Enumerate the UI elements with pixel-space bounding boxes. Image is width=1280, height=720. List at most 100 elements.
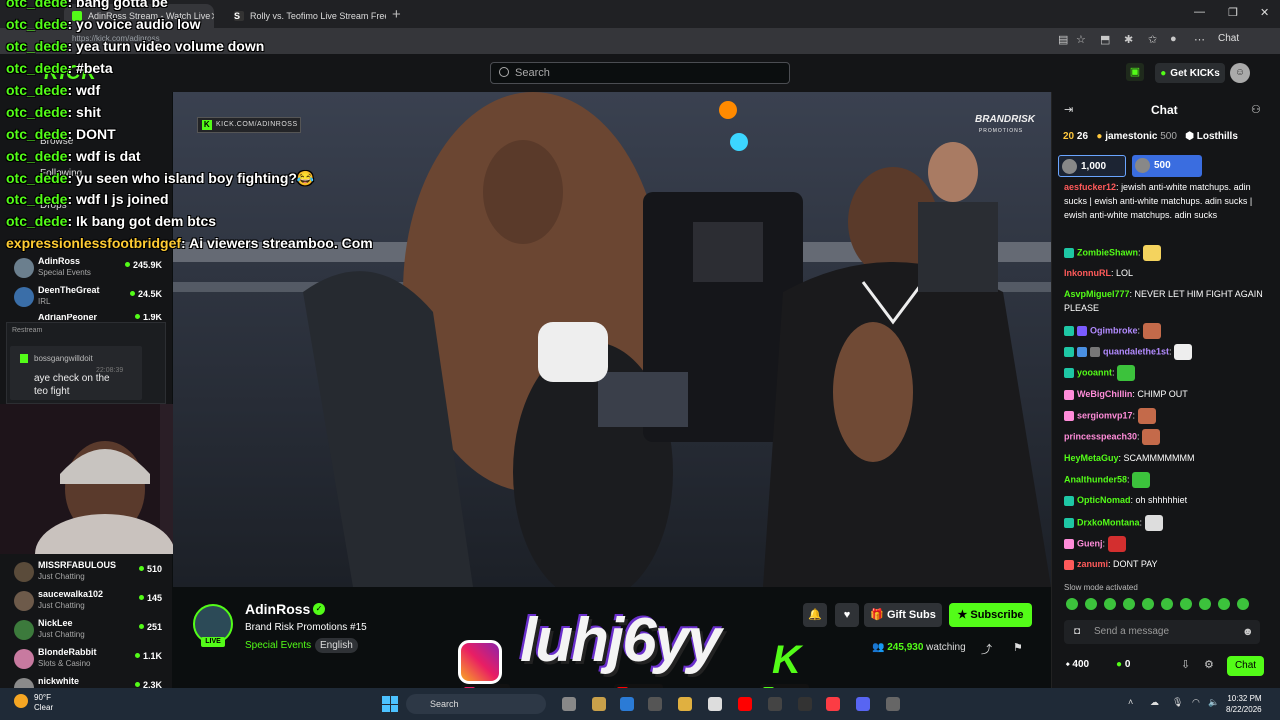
reader-icon[interactable]: ▤ xyxy=(1058,33,1068,46)
site-favicon-icon: S xyxy=(234,11,244,21)
file-explorer-icon[interactable] xyxy=(592,697,606,711)
avatar xyxy=(1135,158,1150,173)
pinned-gift[interactable]: 1,000 xyxy=(1058,155,1126,177)
chat-users-icon[interactable]: ⚇ xyxy=(1251,103,1261,116)
report-icon[interactable]: ⚑ xyxy=(1013,641,1023,654)
sidebar-channel-missrfabulous[interactable]: MISSRFABULOUS Just Chatting 510 xyxy=(14,560,164,588)
send-chat-button[interactable]: Chat xyxy=(1227,656,1264,676)
pinned-gift[interactable]: 500 xyxy=(1132,155,1202,177)
app-icon[interactable] xyxy=(886,697,900,711)
cloud-icon[interactable]: ☁ xyxy=(1150,697,1159,708)
emote xyxy=(1143,245,1162,261)
chat-message: ZombieShawn: xyxy=(1064,245,1274,261)
browser-tab[interactable]: S Rolly vs. Teofimo Live Stream Free ✕ xyxy=(226,4,386,28)
edge-icon[interactable] xyxy=(620,697,634,711)
chat-settings-icon[interactable]: ⚙ xyxy=(1204,658,1214,671)
volume-icon[interactable]: 🔈 xyxy=(1208,697,1219,708)
sidebar-channel-saucewalka102[interactable]: saucewalka102 Just Chatting 145 xyxy=(14,589,164,617)
extension-icon[interactable]: ⬒ xyxy=(1100,33,1110,46)
viewer-count: 251 xyxy=(139,622,162,632)
microphone-icon[interactable]: 🎙 xyxy=(1172,697,1183,708)
sidebar-channel-blonderabbit[interactable]: BlondeRabbit Slots & Casino 1.1K xyxy=(14,647,164,675)
channel-name: AdinRoss xyxy=(38,256,81,266)
brand-text: BRANDRISK xyxy=(975,114,1035,125)
profile-avatar-icon[interactable]: ● xyxy=(1170,33,1177,45)
subscribe-button[interactable]: ★ Subscribe xyxy=(949,603,1032,627)
bookmark-star-icon[interactable]: ☆ xyxy=(1076,33,1086,46)
restream-user: bossgangwilldoit xyxy=(34,354,93,363)
channel-name: NickLee xyxy=(38,618,73,628)
chat-message: quandalethe1st: xyxy=(1064,344,1274,360)
search-input[interactable]: Search xyxy=(490,62,790,84)
sidebar-channel-nicklee[interactable]: NickLee Just Chatting 251 xyxy=(14,618,164,646)
follow-heart-button[interactable]: ♥ xyxy=(835,603,859,627)
brandrisk-logo: BRANDRISK PROMOTIONS xyxy=(975,115,1035,136)
collapse-chat-icon[interactable]: ⇥ xyxy=(1064,103,1073,116)
notification-bell-button[interactable]: 🔔 xyxy=(803,603,827,627)
download-icon[interactable]: ⇩ xyxy=(1181,658,1190,671)
chat-title: Chat xyxy=(1151,103,1178,117)
puzzle-icon[interactable]: ✱ xyxy=(1124,33,1133,46)
task-view-icon[interactable] xyxy=(562,697,576,711)
video-player[interactable] xyxy=(173,92,1051,587)
chat-message-input[interactable]: Send a message xyxy=(1064,620,1260,644)
emote xyxy=(1142,429,1161,445)
taskbar-clock[interactable]: 10:32 PM 8/22/2026 xyxy=(1226,693,1262,715)
video-frame xyxy=(173,92,1051,587)
app-icon[interactable] xyxy=(798,697,812,711)
browser-chat-button[interactable]: Chat xyxy=(1218,33,1239,44)
youtube-icon[interactable] xyxy=(738,697,752,711)
chat-message: Guenj: xyxy=(1064,536,1274,552)
chat-message: zanumi: DONT PAY xyxy=(1064,557,1274,571)
user-avatar[interactable]: ☺ xyxy=(1230,63,1250,83)
folder-icon[interactable] xyxy=(678,697,692,711)
app-icon[interactable] xyxy=(648,697,662,711)
avatar xyxy=(14,678,34,688)
taskbar-search[interactable]: Search xyxy=(406,694,546,714)
start-windows-icon[interactable] xyxy=(382,696,398,712)
kicks-balance[interactable]: ● 0 xyxy=(1116,659,1130,670)
weather-widget[interactable]: 90°F Clear xyxy=(34,693,53,713)
maximize-button[interactable]: ❐ xyxy=(1228,6,1238,19)
overlay-message: otc_dede: bang gotta be xyxy=(6,0,168,10)
weather-sun-icon[interactable] xyxy=(14,694,28,708)
quick-emote-row[interactable] xyxy=(1066,598,1266,612)
app-icon[interactable] xyxy=(768,697,782,711)
sidebar-channel-deenthegreat[interactable]: DeenTheGreat IRL 24.5K xyxy=(14,285,164,313)
get-kicks-button[interactable]: ● Get KICKs xyxy=(1155,63,1225,83)
chat-identity-icon[interactable]: ◘ xyxy=(1074,626,1080,637)
more-icon[interactable]: ⋯ xyxy=(1194,33,1205,46)
kick-icon: K xyxy=(202,120,212,130)
watermark-text: KICK.COM/ADINROSS xyxy=(216,121,298,128)
channel-points[interactable]: ⬩ 400 xyxy=(1066,659,1089,670)
sidebar-channel-adinross[interactable]: AdinRoss Special Events 245.9K xyxy=(14,256,164,284)
overlay-message: expressionlessfootbridgef: Ai viewers st… xyxy=(6,235,373,251)
sidebar-channel-adrianpeoner[interactable]: AdrianPeoner 1.9K xyxy=(14,314,164,322)
store-icon[interactable] xyxy=(708,697,722,711)
sidebar-channel-nickwhite[interactable]: nickwhite 2.3K xyxy=(14,676,164,688)
wifi-icon[interactable]: ◠ xyxy=(1192,697,1200,708)
close-window-button[interactable]: ✕ xyxy=(1260,6,1269,19)
overlay-message: otc_dede: yu seen who island boy fightin… xyxy=(6,170,315,186)
close-tab-icon[interactable]: ✕ xyxy=(210,10,214,23)
gift-subs-button[interactable]: 🎁 Gift Subs xyxy=(864,603,942,627)
stream-category[interactable]: Special Events xyxy=(245,640,311,651)
avatar xyxy=(14,649,34,669)
minimize-button[interactable]: — xyxy=(1194,6,1205,18)
streamer-brand-logo: luhj6yy xyxy=(520,606,722,675)
overlay-message: otc_dede: shit xyxy=(6,104,101,120)
language-tag[interactable]: English xyxy=(315,638,358,653)
drops-icon[interactable]: ▣ xyxy=(1126,63,1144,81)
channel-name[interactable]: AdinRoss xyxy=(245,601,310,617)
avatar xyxy=(14,287,34,307)
chevron-up-icon[interactable]: ˄ xyxy=(1128,697,1133,707)
emoji-picker-icon[interactable]: ☻ xyxy=(1242,626,1254,638)
favorites-icon[interactable]: ✩ xyxy=(1148,33,1157,46)
share-icon[interactable]: ⤴ xyxy=(981,641,992,657)
emote xyxy=(1117,365,1136,381)
music-icon[interactable] xyxy=(826,697,840,711)
channel-name: BlondeRabbit xyxy=(38,647,97,657)
new-tab-button[interactable]: + xyxy=(392,6,401,23)
chat-message: HeyMetaGuy: SCAMMMMMMM xyxy=(1064,453,1195,463)
discord-icon[interactable] xyxy=(856,697,870,711)
